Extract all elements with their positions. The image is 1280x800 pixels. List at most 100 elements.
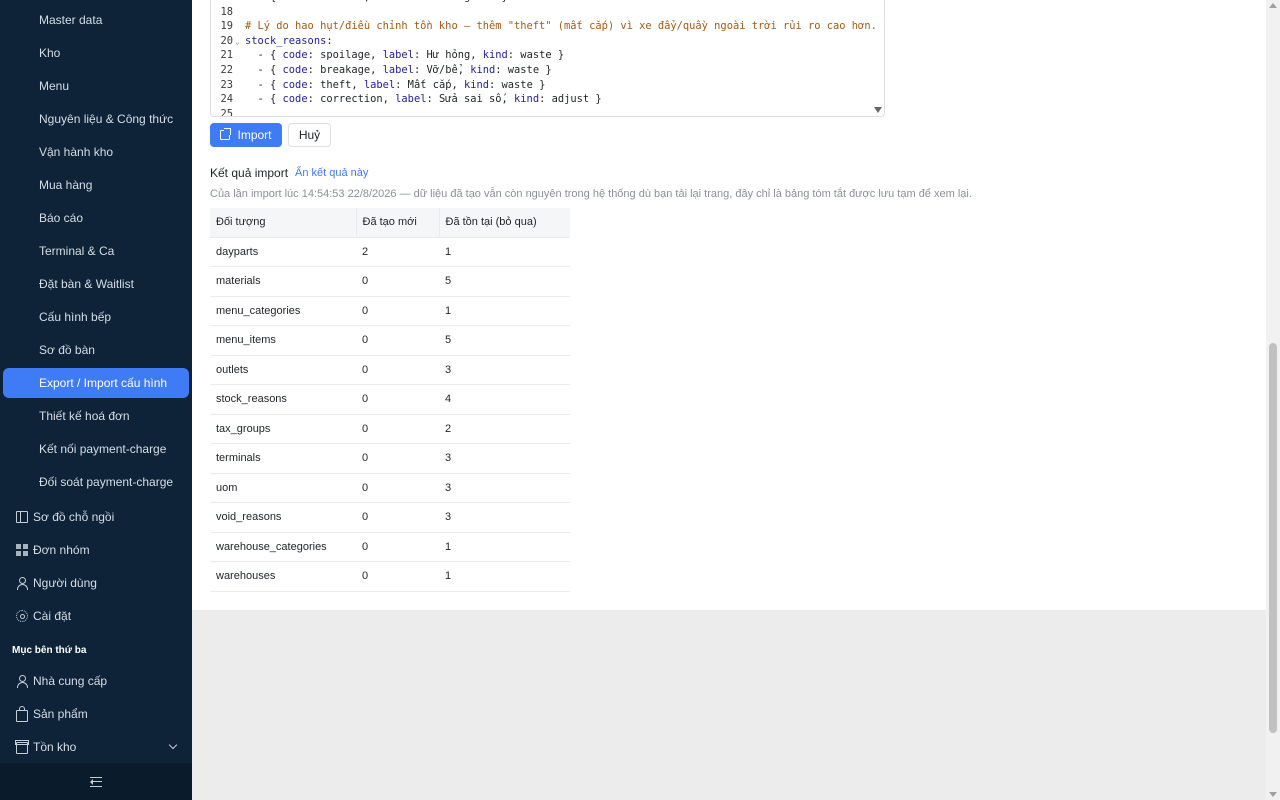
sidebar-top-item-label: Người dùng xyxy=(33,576,97,590)
fold-chevron-icon[interactable]: ⌄ xyxy=(235,34,245,49)
code-line: 25 xyxy=(211,107,871,117)
cell-object: menu_categories xyxy=(210,296,356,326)
sidebar-top-item-label: Tồn kho xyxy=(33,740,77,754)
page-scrollbar[interactable] xyxy=(1266,0,1280,800)
sidebar-top-item-group-1[interactable]: Sản phẩm xyxy=(0,699,192,729)
table-row: warehouses 0 1 xyxy=(210,561,570,592)
sidebar-item-13[interactable]: Kết nối payment-charge xyxy=(3,434,189,464)
sidebar-item-9[interactable]: Cấu hình bếp xyxy=(3,302,189,332)
menu-fold-icon xyxy=(90,776,102,787)
table-row: outlets 0 3 xyxy=(210,355,570,385)
editor-scroll-down-icon[interactable] xyxy=(874,107,882,113)
sidebar-top-item-3[interactable]: Cài đặt xyxy=(0,601,192,631)
table-row: materials 0 5 xyxy=(210,266,570,297)
import-icon xyxy=(220,128,232,140)
sidebar-group-title: Mục bên thứ ba xyxy=(12,645,87,656)
sidebar-item-11[interactable]: Export / Import cấu hình xyxy=(3,368,189,398)
cell-created: 0 xyxy=(356,296,439,326)
cell-created: 0 xyxy=(356,414,439,444)
sidebar-item-6[interactable]: Báo cáo xyxy=(3,203,189,233)
cell-object: void_reasons xyxy=(210,502,356,533)
result-title: Kết quả import xyxy=(210,166,289,180)
cancel-button[interactable]: Huỷ xyxy=(288,123,331,147)
sidebar-item-14[interactable]: Đối soát payment-charge xyxy=(3,467,189,497)
hide-result-link[interactable]: Ẩn kết quả này xyxy=(295,167,368,179)
code-line: 23 - { code: theft, label: Mất cắp, kind… xyxy=(211,78,871,93)
cell-existing: 3 xyxy=(439,355,570,385)
import-result-table: Đối tượng Đã tạo mới Đã tồn tại (bỏ qua)… xyxy=(210,208,570,592)
sidebar-top-item-2[interactable]: Người dùng xyxy=(0,568,192,598)
collapse-sidebar-button[interactable] xyxy=(0,763,192,800)
main-content: 17 - { code: central, name: Kho trung tâ… xyxy=(192,0,1266,610)
sidebar-item-10[interactable]: Sơ đồ bàn xyxy=(3,335,189,365)
sidebar-item-5[interactable]: Mua hàng xyxy=(3,170,189,200)
sidebar-top-item-0[interactable]: Sơ đồ chỗ ngồi xyxy=(0,502,192,532)
code-text: # Lý do hao hụt/điều chỉnh tồn kho — thê… xyxy=(245,20,877,33)
cell-created: 0 xyxy=(356,384,439,415)
sidebar-item-8[interactable]: Đặt bàn & Waitlist xyxy=(3,269,189,299)
column-header-existing: Đã tồn tại (bỏ qua) xyxy=(438,208,570,238)
import-button[interactable]: Import xyxy=(210,123,282,147)
cell-created: 0 xyxy=(356,532,439,562)
line-number: 22 xyxy=(220,64,233,76)
cell-existing: 2 xyxy=(439,414,570,444)
seat-map-icon xyxy=(16,511,28,523)
table-row: warehouse_categories 0 1 xyxy=(210,532,570,562)
sidebar-top-item-1[interactable]: Đơn nhóm xyxy=(0,535,192,565)
sidebar-top-item-label: Sơ đồ chỗ ngồi xyxy=(33,510,115,524)
table-row: uom 0 3 xyxy=(210,473,570,503)
cell-object: warehouse_categories xyxy=(210,532,356,562)
sidebar-item-2[interactable]: Menu xyxy=(3,71,189,101)
cell-existing: 5 xyxy=(439,325,570,356)
code-line: 24 - { code: correction, label: Sửa sai … xyxy=(211,92,871,107)
sidebar-top-item-group-2[interactable]: Tồn kho xyxy=(0,732,192,762)
sidebar-item-12[interactable]: Thiết kế hoá đơn xyxy=(3,401,189,431)
code-text: - { code: spoilage, label: Hư hỏng, kind… xyxy=(245,49,565,62)
line-number: 23 xyxy=(220,78,233,91)
cell-object: outlets xyxy=(210,355,356,385)
code-line: 20 ⌄ stock_reasons: xyxy=(211,34,871,49)
sidebar-top-item-group-0[interactable]: Nhà cung cấp xyxy=(0,666,192,696)
cell-created: 0 xyxy=(356,325,439,356)
sidebar-item-0[interactable]: Master data xyxy=(3,5,189,35)
code-line: 22 - { code: breakage, label: Vỡ/bể, kin… xyxy=(211,63,871,78)
import-button-label: Import xyxy=(237,128,272,142)
cell-existing: 1 xyxy=(439,296,570,326)
scroll-down-arrow-icon[interactable] xyxy=(1269,792,1277,797)
sidebar-item-7[interactable]: Terminal & Ca xyxy=(3,236,189,266)
scroll-up-arrow-icon[interactable] xyxy=(1269,3,1277,8)
grid-icon xyxy=(16,544,28,556)
cell-created: 0 xyxy=(356,561,439,592)
code-line: 18 xyxy=(211,5,871,20)
code-text: - { code: breakage, label: Vỡ/bể, kind: … xyxy=(245,64,552,76)
table-row: terminals 0 3 xyxy=(210,443,570,474)
line-number: 18 xyxy=(220,5,233,18)
user-icon xyxy=(16,577,28,590)
cell-created: 0 xyxy=(356,473,439,503)
sidebar-item-1[interactable]: Kho xyxy=(3,38,189,68)
sidebar-item-4[interactable]: Vận hành kho xyxy=(3,137,189,167)
code-line: 21 - { code: spoilage, label: Hư hỏng, k… xyxy=(211,48,871,63)
column-header-created: Đã tạo mới xyxy=(355,208,439,238)
config-code-editor[interactable]: 17 - { code: central, name: Kho trung tâ… xyxy=(210,0,885,117)
cell-existing: 4 xyxy=(439,384,570,415)
sidebar-top-item-label: Sản phẩm xyxy=(33,707,88,721)
sidebar-top-item-label: Cài đặt xyxy=(33,609,72,623)
cell-existing: 5 xyxy=(439,266,570,297)
code-line: 19 # Lý do hao hụt/điều chỉnh tồn kho — t… xyxy=(211,19,876,34)
chevron-down-icon xyxy=(168,740,178,750)
line-number: 25 xyxy=(220,107,233,117)
cell-created: 0 xyxy=(356,443,439,474)
code-text: stock_reasons: xyxy=(245,34,333,47)
line-number: 24 xyxy=(220,93,233,106)
bag-icon xyxy=(16,706,28,722)
scrollbar-thumb[interactable] xyxy=(1269,343,1277,733)
cell-existing: 1 xyxy=(439,532,570,562)
sidebar-top-item-label: Đơn nhóm xyxy=(33,543,90,557)
cell-object: materials xyxy=(210,266,356,297)
cell-object: warehouses xyxy=(210,561,356,592)
cell-object: uom xyxy=(210,473,356,503)
cell-object: terminals xyxy=(210,443,356,474)
table-row: stock_reasons 0 4 xyxy=(210,384,570,415)
sidebar-item-3[interactable]: Nguyên liệu & Công thức xyxy=(3,104,189,134)
